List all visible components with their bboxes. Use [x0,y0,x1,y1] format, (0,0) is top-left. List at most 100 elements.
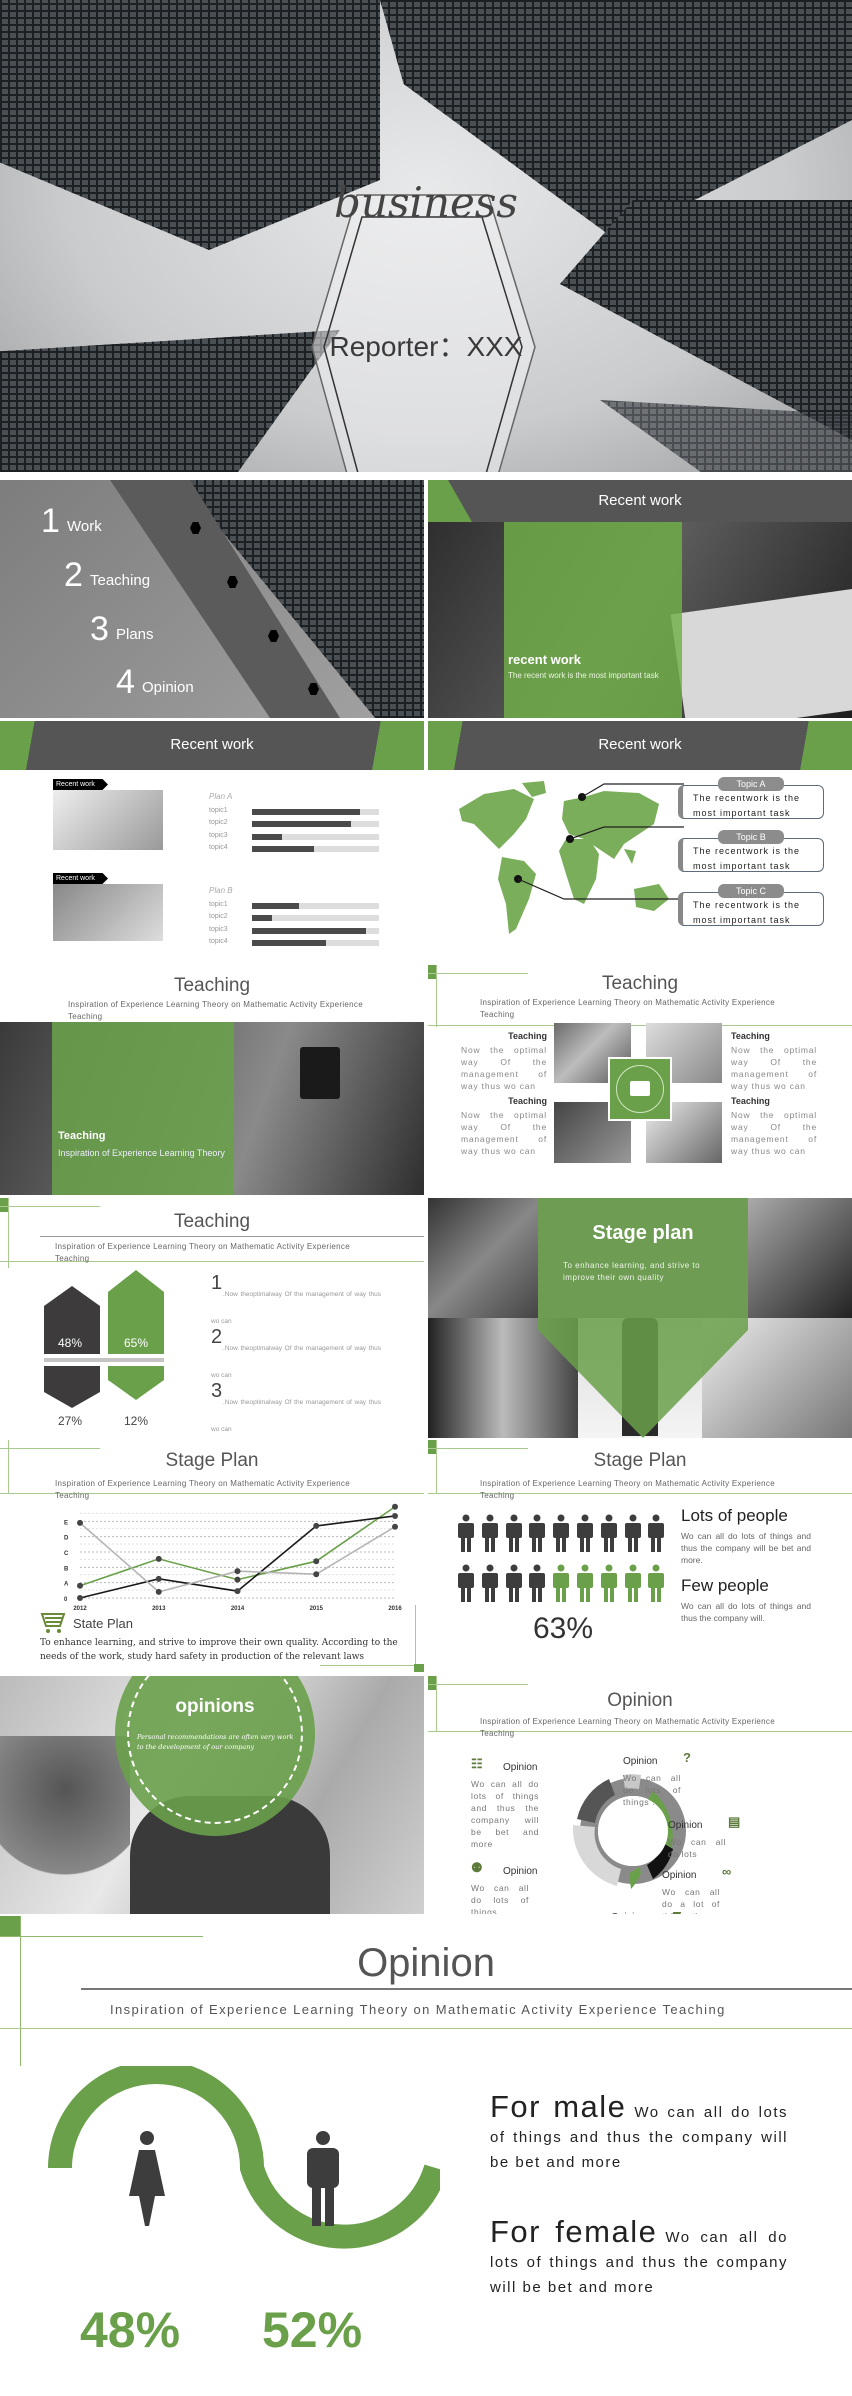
recent-work-bars-slide: Recent work Recent work Plan A topic1 topic… [0,721,424,961]
corridor-photo [748,1198,852,1318]
stage-plan-chart-slide: Stage Plan Inspiration of Experience Lea… [0,1440,424,1672]
y-tick-label: D [64,1536,69,1542]
value-label: 48% [58,1336,83,1350]
world-map [459,781,684,934]
y-tick-label: B [64,1566,69,1572]
teaching-hex-slide: Teaching Inspiration of Experience Learn… [0,1198,424,1438]
accent-line [8,1198,9,1268]
data-point [313,1558,320,1565]
title-underline [40,1236,424,1237]
progress-fill [252,903,299,909]
male-title: For male [490,2089,627,2124]
male-icon [307,2131,339,2226]
person-icon [600,1514,617,1552]
teaching-photo-slide: Teaching Inspiration of Experience Learn… [0,965,424,1195]
person-icon [529,1564,546,1602]
slide-title: Stage Plan [593,1450,687,1471]
plan-label: Plan A [209,792,233,801]
question-icon: ? [683,1750,691,1765]
center-tile [608,1057,672,1121]
block-heading: Teaching [508,1031,547,1041]
folder-icon: ▰ [671,1906,681,1914]
slide-title: Opinion [607,1690,673,1711]
opinions-photo-slide: opinions Personal recommendations are of… [0,1676,424,1914]
opinion-title: Opinion [668,1820,703,1831]
slide-subtitle: Inspiration of Experience Learning Theor… [480,1717,775,1738]
topic-tab: Topic B [718,830,784,844]
accent-line [320,1665,424,1666]
slide-subtitle: Inspiration of Experience Learning Theor… [480,1479,775,1500]
opinion-donut-slide: Opinion Inspiration of Experience Learni… [428,1676,852,1914]
data-point [77,1519,83,1526]
x-tick-label: 2014 [231,1606,245,1612]
slide-header: Recent work [598,492,682,509]
x-tick-label: 2012 [73,1606,87,1612]
opinion-title: Opinion [503,1866,538,1877]
few-title: Few people [681,1576,769,1595]
data-point [155,1575,162,1582]
data-point [392,1512,398,1519]
slide-header: Recent work [170,736,254,753]
banner-title: Stage plan [592,1222,694,1244]
banner-desc: To enhance learning, and strive to impro… [563,1261,701,1282]
male-block: For male Wo can all do lots of things and… [490,2091,788,2175]
opinion-title: Opinion [503,1762,538,1773]
library-photo [428,1198,538,1318]
mug-image [300,1047,340,1099]
progress-bar [252,927,379,934]
chart-paragraph: To enhance learning, and strive to impro… [40,1638,398,1662]
stage-plan-photo-slide: Stage plan To enhance learning, and stri… [428,1198,852,1438]
value-label: 27% [58,1414,83,1428]
cart-icon [40,1613,66,1633]
block-text: Now the optimal way Of the management of… [461,1045,547,1091]
cover-title: business [334,178,518,227]
toc-number: 1 [41,502,60,540]
opinion-text: Wo can all do lots of things and thus th… [471,1779,539,1849]
chart-caption: State Plan [73,1616,133,1631]
laptop-photo: Teaching Inspiration of Experience Learn… [0,1022,424,1195]
person-icon [505,1564,522,1602]
topic-label: topic4 [209,937,228,945]
green-overlay [52,1022,234,1195]
rss-icon: ☷ [471,1756,483,1771]
person-icon [648,1564,665,1602]
person-icon [577,1514,593,1552]
circle-title: opinions [175,1696,255,1717]
x-tick-label: 2016 [388,1606,402,1612]
accent-line [0,1936,203,1937]
y-tick-label: C [64,1551,69,1557]
opinion-text: Wo can all do lots of things . [623,1773,681,1807]
line-chart: 0 A B C D E 2012 2013 2014 2015 2016 [64,1503,402,1612]
overlay-heading: Teaching [58,1130,106,1142]
topic-label: topic1 [209,807,228,814]
progress-bar [252,809,379,815]
block-heading: Teaching [731,1096,770,1106]
accent-line [428,1025,852,1026]
people-percent: 63% [532,1612,594,1645]
progress-bar [252,915,379,922]
users-icon: ⚉ [471,1860,483,1875]
slide-title: Teaching [173,1211,251,1232]
y-tick-label: A [64,1582,69,1588]
list-text: .Now theoptimalway Of the management of … [211,1291,381,1325]
data-point [392,1503,398,1510]
cover-slide: business Reporter：XXX [0,0,852,472]
slide-header: Recent work [598,736,682,753]
opinion-title: Opinion [623,1756,658,1767]
briefcase-icon: ▤ [728,1814,741,1829]
slide-title: Teaching [173,975,251,996]
person-icon [648,1514,665,1552]
toc-slide: 1 Work 2 Teaching 3 Plans 4 Opinion [0,480,424,718]
topic-label: topic4 [209,843,228,851]
data-point [77,1582,83,1589]
accent-line [20,1916,21,2066]
topic-label: topic2 [209,819,228,827]
accent-line [428,1684,528,1685]
data-point [155,1555,162,1562]
progress-fill [252,821,352,828]
person-icon [553,1564,570,1602]
paper-image [670,586,852,718]
female-block: For female Wo can all do lots of things a… [490,2216,788,2300]
progress-bar [252,939,379,946]
data-point [155,1588,162,1595]
